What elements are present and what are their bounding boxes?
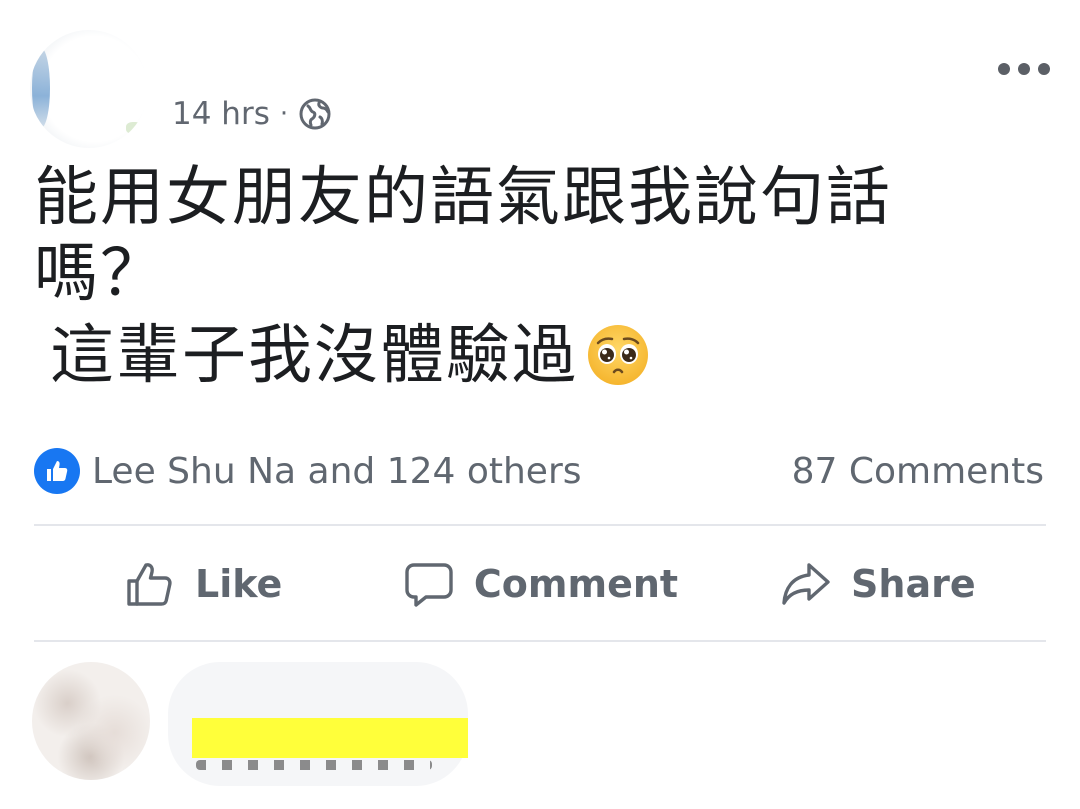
poster-avatar[interactable] (30, 30, 148, 148)
comment-icon (405, 563, 453, 607)
divider (34, 524, 1046, 526)
post-text-line-2-wrap: 這輩子我沒體驗過 (34, 318, 974, 394)
meta-separator: · (279, 99, 289, 129)
reactions-text[interactable]: Lee Shu Na and 124 others (92, 451, 582, 492)
comment-button[interactable]: Comment (371, 530, 708, 638)
more-dot (1038, 63, 1050, 75)
like-reaction-icon (34, 448, 80, 494)
pleading-face-emoji (588, 325, 648, 385)
blurred-comment-text (196, 760, 432, 770)
more-options-icon[interactable] (998, 56, 1050, 82)
comment-label: Comment (473, 562, 679, 606)
post-text-line-1b: 嗎？ (34, 237, 166, 311)
globe-icon (299, 98, 331, 130)
post-text-line-1: 能用女朋友的語氣跟我說句話 (34, 161, 892, 235)
post-meta: 14 hrs · (172, 94, 332, 134)
more-dot (1018, 63, 1030, 75)
share-button[interactable]: Share (709, 530, 1046, 638)
action-bar: Like Comment Share (34, 530, 1046, 638)
reactions-summary[interactable]: Lee Shu Na and 124 others (34, 446, 582, 496)
like-icon (127, 563, 172, 606)
commenter-avatar[interactable] (32, 662, 150, 780)
redacted-commenter-name (192, 718, 468, 758)
like-button[interactable]: Like (34, 530, 371, 638)
share-label: Share (851, 562, 976, 606)
like-label: Like (195, 562, 283, 606)
thumbs-up-icon (47, 461, 68, 481)
comments-count[interactable]: 87 Comments (792, 446, 1044, 496)
divider (34, 640, 1046, 642)
post-timestamp[interactable]: 14 hrs (172, 96, 270, 132)
post-body: 能用女朋友的語氣跟我說句話 嗎？ 這輩子我沒體驗過 (34, 160, 974, 394)
more-dot (998, 63, 1010, 75)
post-text-line-2: 這輩子我沒體驗過 (50, 319, 578, 393)
share-icon (782, 563, 830, 605)
